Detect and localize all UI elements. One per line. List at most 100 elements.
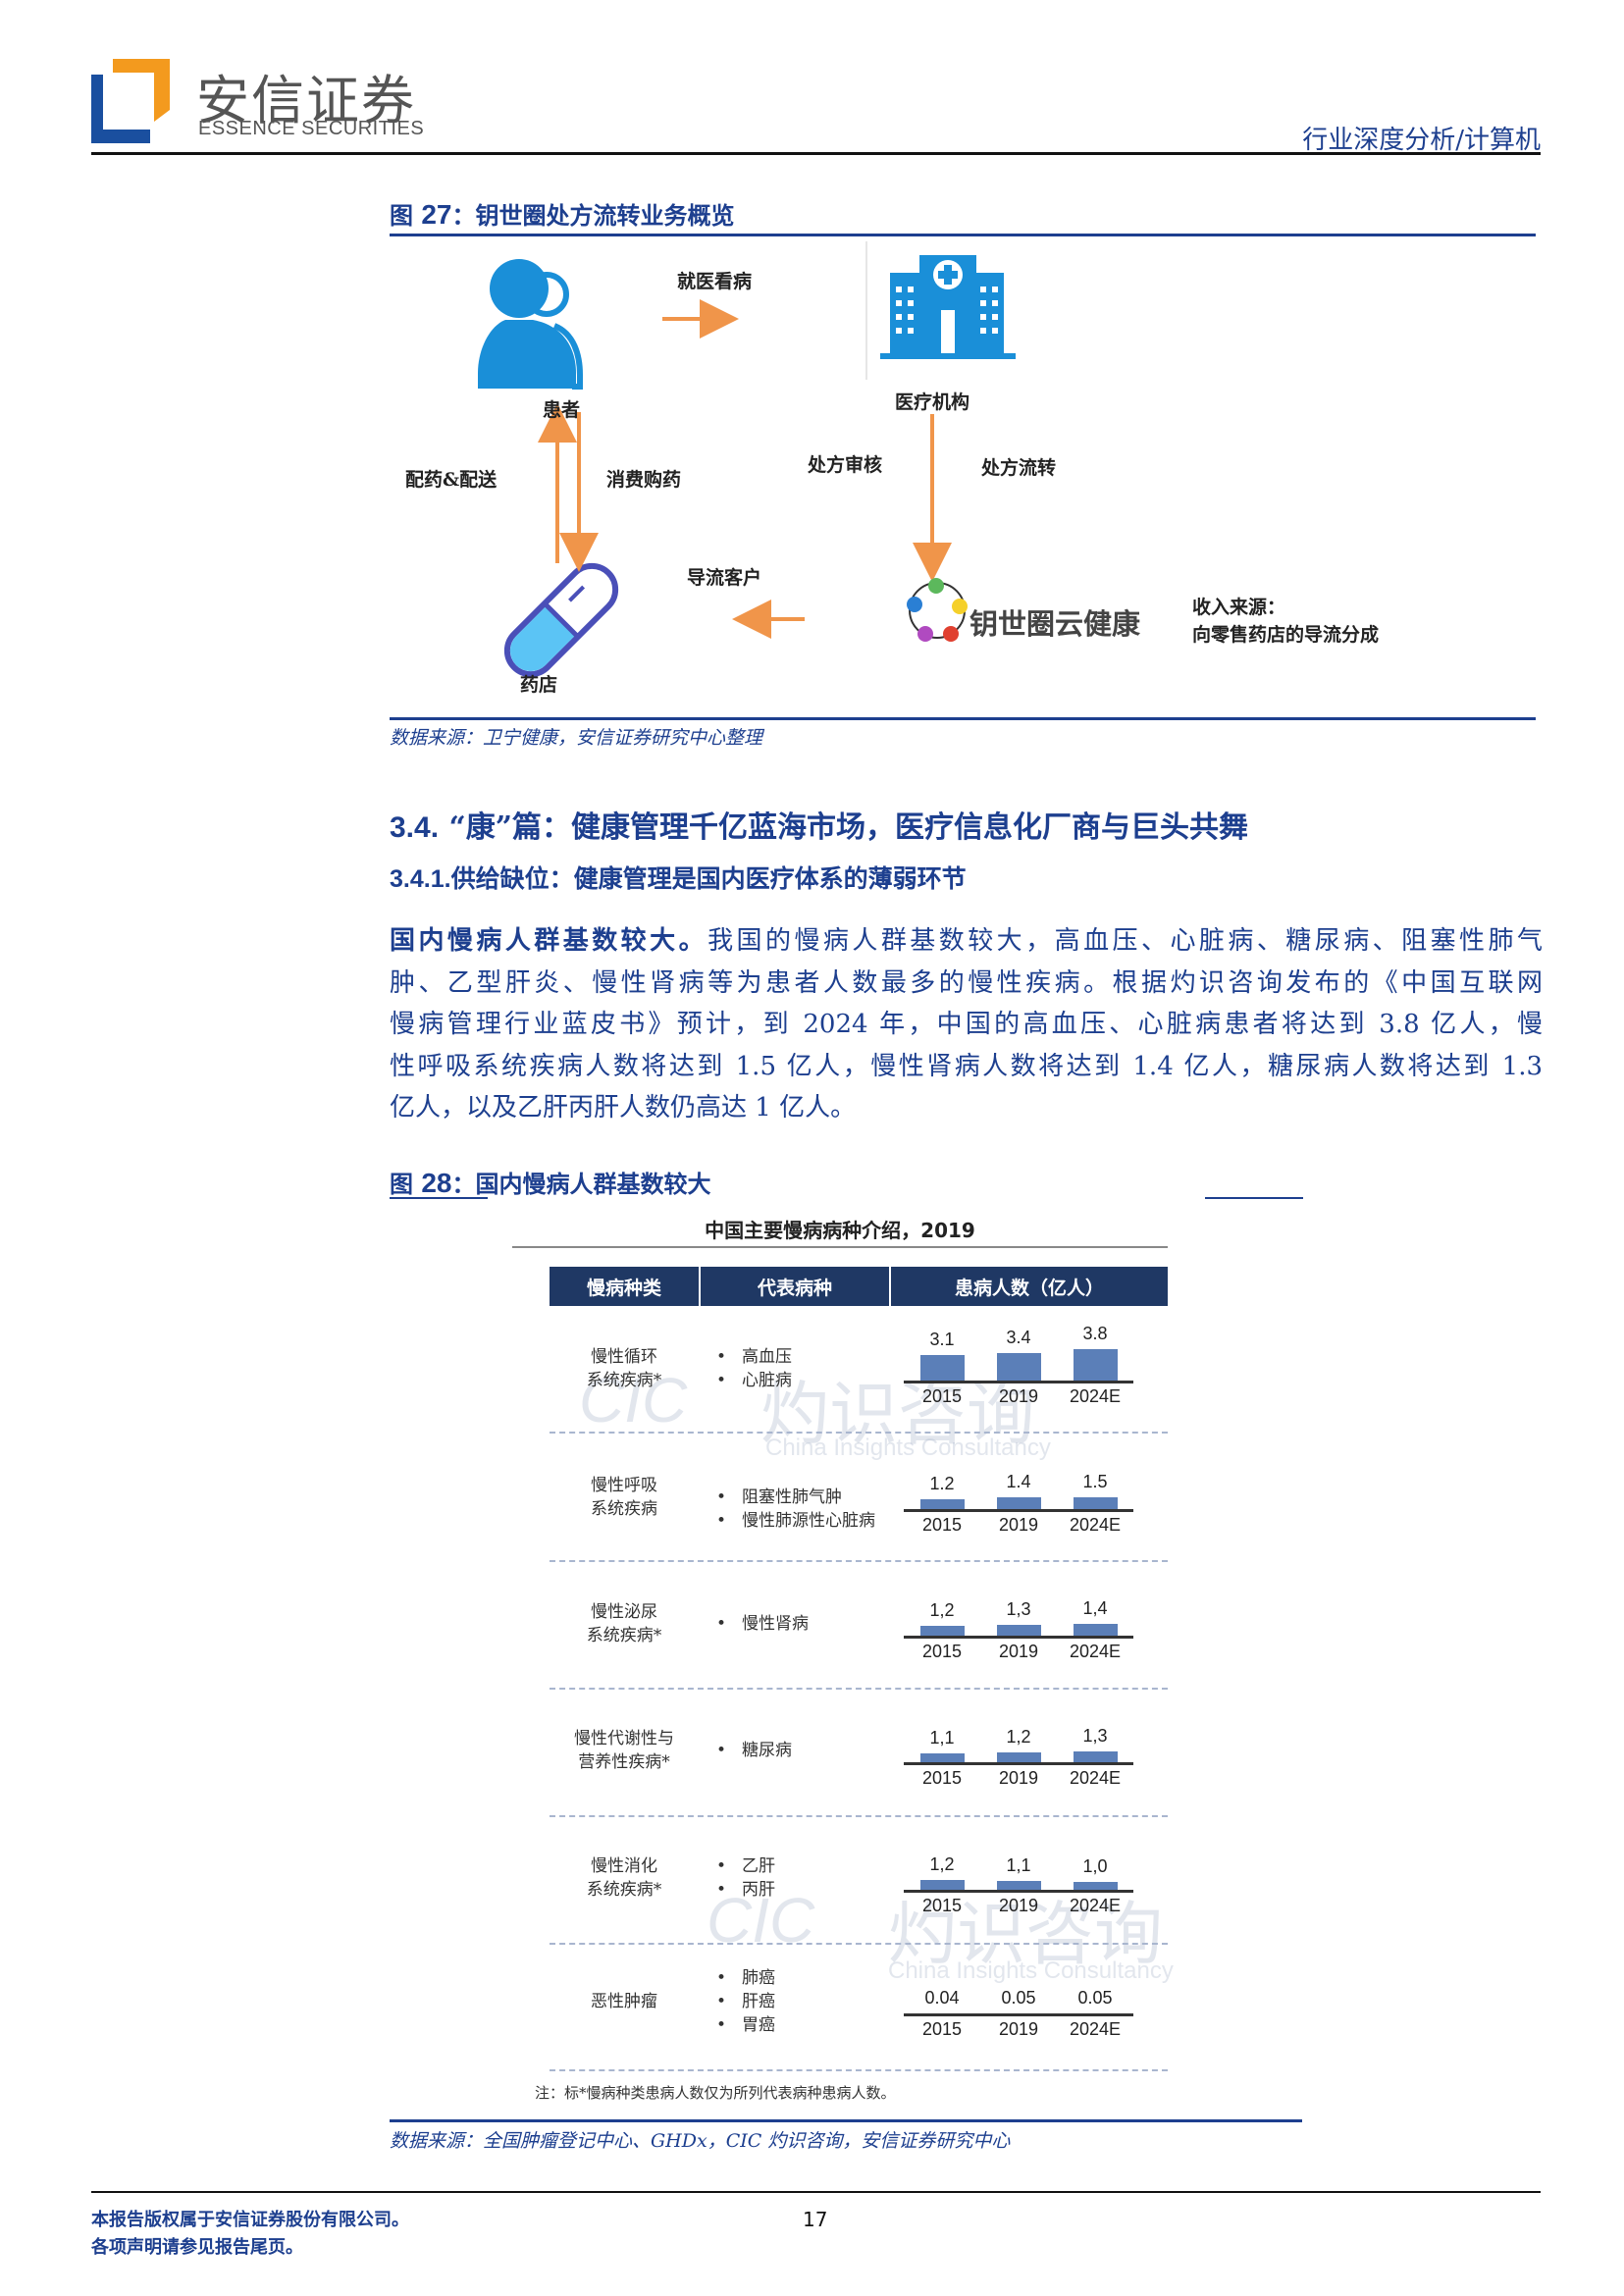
disease-cell: 肺癌肝癌胃癌 — [742, 1966, 889, 2037]
essence-logo-icon — [91, 59, 170, 143]
bar — [920, 1626, 965, 1636]
category-line: 系统疾病 — [591, 1499, 657, 1519]
disease-item: 慢性肾病 — [742, 1612, 889, 1636]
row-separator — [550, 1688, 1168, 1690]
bar — [1074, 1497, 1118, 1509]
ysq-logo-icon — [907, 578, 968, 642]
bar-value-label: 1,0 — [1082, 1856, 1108, 1876]
disease-cell: 阻塞性肺气肿慢性肺源性心脏病 — [742, 1486, 889, 1533]
brand-name-en: ESSENCE SECURITIES — [198, 118, 425, 139]
col-header-patients: 患病人数（亿人） — [891, 1267, 1168, 1306]
pill-icon — [503, 562, 619, 678]
line-text: 我国的慢病人群基数较大，高血压、心脏病、糖尿病、阻塞性肺气 — [707, 926, 1543, 956]
year-tick-label: 2024E — [1069, 1386, 1122, 1406]
disease-cell: 乙肝丙肝 — [742, 1854, 889, 1902]
year-tick-label: 2024E — [1069, 1896, 1122, 1915]
fig-number: 27 — [421, 199, 452, 230]
bar-axis — [904, 1636, 1133, 1639]
year-tick-label: 2024E — [1069, 1515, 1122, 1535]
bar-value-label: 0.05 — [1001, 1988, 1036, 2008]
figure-28-title: 图 28：国内慢病人群基数较大 — [390, 1165, 711, 1199]
bar-axis — [904, 1762, 1133, 1765]
bar — [997, 1353, 1041, 1381]
disease-cell: 高血压心脏病 — [742, 1345, 889, 1392]
bar-value-label: 1,2 — [929, 1600, 955, 1620]
row-separator — [550, 2069, 1168, 2071]
category-cell: 恶性肿瘤 — [546, 1990, 703, 2013]
year-tick-label: 2024E — [1069, 1768, 1122, 1788]
category-line: 恶性肿瘤 — [591, 1992, 657, 2011]
category-cell: 慢性泌尿系统疾病* — [546, 1600, 703, 1647]
category-cell: 慢性呼吸 系统疾病 — [546, 1474, 703, 1521]
figure-28-rule-right — [1205, 1197, 1303, 1199]
disease-item: 高血压 — [742, 1345, 889, 1369]
edge-review: 处方审核 — [808, 454, 883, 476]
table-title-rule — [512, 1246, 1168, 1248]
bar — [1074, 1349, 1118, 1381]
year-tick-label: 2015 — [921, 1515, 963, 1535]
watermark-en: China Insights Consultancy — [888, 1957, 1174, 1984]
hospital-icon — [880, 255, 1016, 359]
figure-27-top-rule — [390, 234, 1536, 236]
section-heading: 3.4. “康”篇：健康管理千亿蓝海市场，医疗信息化厂商与巨头共舞 — [390, 803, 1248, 846]
year-tick-label: 2015 — [921, 2019, 963, 2039]
edge-dispense: 配药&配送 — [405, 469, 498, 491]
col-header-disease: 代表病种 — [701, 1267, 889, 1306]
bar-axis — [904, 1509, 1133, 1512]
node-platform: 钥世圈云健康 — [969, 607, 1141, 641]
subsection-title: 供给缺位：健康管理是国内医疗体系的薄弱环节 — [450, 864, 967, 893]
bar-value-label: 3.4 — [1006, 1328, 1031, 1347]
bar-value-label: 1,1 — [1006, 1855, 1031, 1875]
watermark-cn: 灼识咨询 — [888, 1896, 1163, 1972]
page-number: 17 — [803, 2208, 828, 2231]
row-separator — [550, 1815, 1168, 1817]
bar-value-label: 3.1 — [929, 1330, 955, 1349]
bar-axis — [904, 1890, 1133, 1893]
watermark-en: China Insights Consultancy — [765, 1435, 1051, 1461]
disease-item: 心脏病 — [742, 1369, 889, 1392]
category-cell: 慢性消化系统疾病* — [546, 1854, 703, 1902]
category-line: 系统疾病* — [586, 1880, 662, 1900]
year-tick-label: 2015 — [921, 1386, 963, 1406]
table-note: 注：标*慢病种类患病人数仅为所列代表病种患病人数。 — [535, 2084, 896, 2102]
disease-item: 肝癌 — [742, 1990, 889, 2013]
section-title: “康”篇：健康管理千亿蓝海市场，医疗信息化厂商与巨头共舞 — [448, 810, 1249, 845]
year-tick-label: 2019 — [998, 1642, 1039, 1661]
bar-value-label: 1.5 — [1082, 1472, 1108, 1491]
bar-axis — [904, 1381, 1133, 1383]
section-number: 3.4. — [390, 811, 440, 844]
bar — [920, 1753, 965, 1762]
bar-value-label: 1,2 — [929, 1854, 955, 1874]
category-line: 系统疾病* — [586, 1626, 662, 1645]
logo-mark — [91, 59, 170, 143]
table-title: 中国主要慢病病种介绍，2019 — [705, 1219, 975, 1242]
fig-label: 图 — [390, 201, 413, 230]
category-line: 慢性消化 — [591, 1856, 657, 1876]
bar — [920, 1880, 965, 1890]
bar-value-label: 1,3 — [1006, 1599, 1031, 1619]
col-header-category: 慢病种类 — [550, 1267, 699, 1306]
disease-item: 肺癌 — [742, 1966, 889, 1990]
bar — [997, 1881, 1041, 1890]
category-line: 营养性疾病* — [578, 1752, 670, 1772]
year-tick-label: 2019 — [998, 1386, 1039, 1406]
category-line: 慢性泌尿 — [591, 1602, 657, 1622]
figure-27-source: 数据来源：卫宁健康，安信证券研究中心整理 — [390, 727, 763, 749]
fig-number: 28 — [421, 1168, 452, 1198]
year-tick-label: 2024E — [1069, 1642, 1122, 1661]
disease-cell: 糖尿病 — [742, 1739, 889, 1762]
header-divider — [91, 152, 1541, 155]
bar — [997, 1625, 1041, 1636]
year-tick-label: 2015 — [921, 1642, 963, 1661]
row-separator — [550, 1432, 1168, 1434]
bar-value-label: 1.4 — [1006, 1472, 1031, 1491]
bar — [1074, 1882, 1118, 1890]
body-paragraph: 国内慢病人群基数较大。我国的慢病人群基数较大，高血压、心脏病、糖尿病、阻塞性肺气… — [390, 920, 1543, 1129]
figure-28-bottom-rule — [390, 2119, 1302, 2122]
revenue-title: 收入来源： — [1192, 597, 1286, 618]
subsection-number: 3.4.1. — [390, 865, 451, 893]
fig-label: 图 — [390, 1170, 413, 1198]
bar-value-label: 0.05 — [1077, 1988, 1113, 2008]
node-pharmacy: 药店 — [520, 674, 558, 696]
bar-value-label: 3.8 — [1082, 1324, 1108, 1343]
